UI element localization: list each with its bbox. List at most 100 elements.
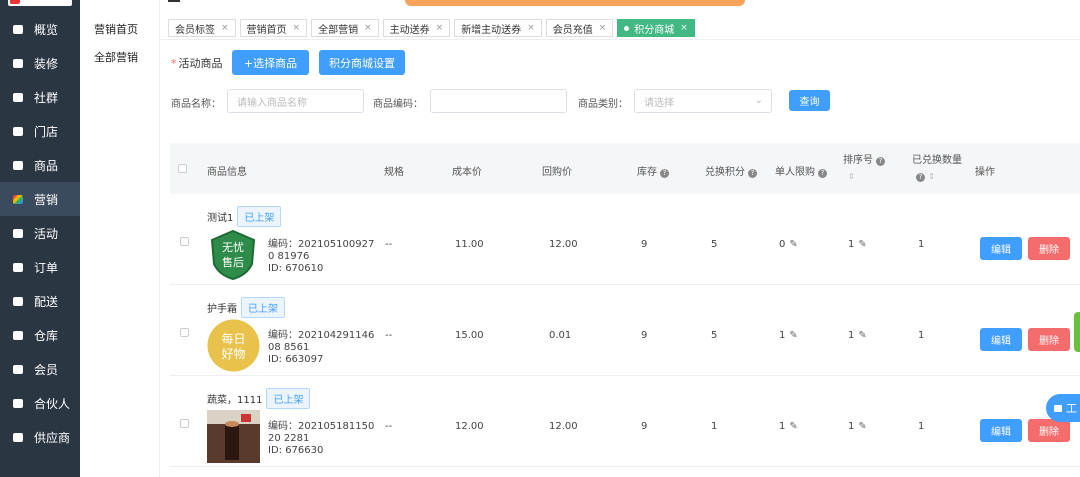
tab-label: 营销首页 xyxy=(246,24,287,36)
status-badge: 已上架 xyxy=(266,388,311,409)
sidebar-item-label: 订单 xyxy=(34,260,59,275)
sidebar-item-7[interactable]: 订单 xyxy=(0,250,80,284)
subnav-marketing-home[interactable]: 营销首页 xyxy=(80,16,159,44)
close-icon[interactable]: × xyxy=(221,23,229,33)
mall-settings-button[interactable]: 积分商城设置 xyxy=(319,50,405,75)
points-cell: 5 xyxy=(711,239,718,250)
logo xyxy=(0,0,80,12)
tab-4[interactable]: 新增主动送券 × xyxy=(454,19,542,37)
close-icon[interactable]: × xyxy=(436,23,444,33)
sidebar-item-2[interactable]: 社群 xyxy=(0,80,80,114)
delete-button[interactable]: 删除 xyxy=(1028,328,1070,351)
sidebar-item-label: 活动 xyxy=(34,226,59,241)
tab-0[interactable]: 会员标签 × xyxy=(168,19,236,37)
sort-icon[interactable]: ⇕ xyxy=(848,172,885,181)
tab-2[interactable]: 全部营销 × xyxy=(311,19,379,37)
thumb-text: 好物 xyxy=(221,347,245,361)
price-cell: 0.01 xyxy=(549,330,572,341)
close-icon[interactable]: × xyxy=(680,23,688,33)
sidebar-item-label: 营销 xyxy=(34,192,59,207)
sort-icon[interactable]: ⇕ xyxy=(928,172,935,181)
menu-icon[interactable] xyxy=(168,0,180,2)
edit-pencil-icon[interactable]: ✎ xyxy=(858,421,866,432)
tab-6[interactable]: 积分商城 × xyxy=(617,19,695,37)
close-icon[interactable]: × xyxy=(364,23,372,33)
col-sort[interactable]: 排序号? ⇕ xyxy=(843,151,885,181)
spec-cell: -- xyxy=(385,421,393,432)
goods-name-input[interactable]: 请输入商品名称 xyxy=(227,89,364,113)
edit-pencil-icon[interactable]: ✎ xyxy=(789,239,797,250)
col-ops: 操作 xyxy=(975,167,995,178)
product-thumbnail: 每日好物 xyxy=(207,319,260,372)
limit-cell: 1 ✎ xyxy=(779,330,798,341)
cost-cell: 12.00 xyxy=(455,421,484,432)
tab-label: 新增主动送券 xyxy=(461,24,522,36)
edit-button[interactable]: 编辑 xyxy=(980,328,1022,351)
table-header: 商品信息 规格 成本价 回购价 库存? 兑换积分? 单人限购? 排序号? ⇕ 已兑… xyxy=(170,143,1080,194)
sidebar-item-11[interactable]: 合伙人 xyxy=(0,386,80,420)
sidebar-item-9[interactable]: 仓库 xyxy=(0,318,80,352)
help-icon: ? xyxy=(876,157,885,166)
sidebar-item-label: 合伙人 xyxy=(34,396,71,411)
nav-icon xyxy=(12,363,24,375)
sidebar-item-3[interactable]: 门店 xyxy=(0,114,80,148)
thumb-text: 售后 xyxy=(222,255,244,269)
goods-code-input[interactable] xyxy=(430,89,567,113)
sidebar-item-6[interactable]: 活动 xyxy=(0,216,80,250)
sort-cell: 1 ✎ xyxy=(848,421,867,432)
close-icon[interactable]: × xyxy=(293,23,301,33)
edit-pencil-icon[interactable]: ✎ xyxy=(858,330,866,341)
tool-float-button[interactable]: 工 xyxy=(1046,394,1080,422)
select-goods-button[interactable]: +选择商品 xyxy=(232,50,309,75)
sidebar-item-5[interactable]: 营销 xyxy=(0,182,80,216)
edit-pencil-icon[interactable]: ✎ xyxy=(789,330,797,341)
edit-button[interactable]: 编辑 xyxy=(980,237,1022,260)
close-icon[interactable]: × xyxy=(527,23,535,33)
row-checkbox[interactable] xyxy=(180,419,189,428)
price-cell: 12.00 xyxy=(549,421,578,432)
nav-icon xyxy=(12,125,24,137)
tab-1[interactable]: 营销首页 × xyxy=(239,19,308,37)
goods-category-label: 商品类别： xyxy=(578,99,628,110)
goods-code-label: 商品编码： xyxy=(373,99,423,110)
query-button[interactable]: 查询 xyxy=(789,90,830,111)
edit-pencil-icon[interactable]: ✎ xyxy=(858,239,866,250)
select-all-checkbox[interactable] xyxy=(178,164,187,173)
sidebar-item-label: 概览 xyxy=(34,22,59,37)
sidebar-item-0[interactable]: 概览 xyxy=(0,12,80,46)
nav-icon xyxy=(12,431,24,443)
col-exchanged[interactable]: 已兑换数量? ⇕ xyxy=(912,151,962,182)
row-checkbox[interactable] xyxy=(180,237,189,246)
sidebar-item-8[interactable]: 配送 xyxy=(0,284,80,318)
sidebar-item-label: 商品 xyxy=(34,158,59,173)
tab-label: 积分商城 xyxy=(634,24,675,36)
cost-cell: 11.00 xyxy=(455,239,484,250)
goods-category-select[interactable]: 请选择 ⌄ xyxy=(634,89,772,113)
nav-icon xyxy=(12,193,24,205)
sidebar-item-1[interactable]: 装修 xyxy=(0,46,80,80)
col-limit: 单人限购? xyxy=(775,163,827,178)
row-checkbox[interactable] xyxy=(180,328,189,337)
sidebar-item-4[interactable]: 商品 xyxy=(0,148,80,182)
sidebar-item-label: 社群 xyxy=(34,90,59,105)
edit-pencil-icon[interactable]: ✎ xyxy=(789,421,797,432)
sidebar-item-10[interactable]: 会员 xyxy=(0,352,80,386)
tab-5[interactable]: 会员充值 × xyxy=(545,19,614,37)
tab-3[interactable]: 主动送券 × xyxy=(382,19,451,37)
nav-icon xyxy=(12,295,24,307)
points-cell: 1 xyxy=(711,421,718,432)
nav-icon xyxy=(12,91,24,103)
close-icon[interactable]: × xyxy=(599,23,607,33)
subnav-all-marketing[interactable]: 全部营销 xyxy=(80,44,159,72)
stock-cell: 9 xyxy=(641,330,648,341)
delete-button[interactable]: 删除 xyxy=(1028,237,1070,260)
side-handle[interactable] xyxy=(1074,312,1080,352)
product-id: ID: 670610 xyxy=(268,263,324,274)
tab-label: 主动送券 xyxy=(389,24,430,36)
activity-goods-label: * 活动商品 xyxy=(171,57,223,70)
sidebar-item-label: 仓库 xyxy=(34,328,59,343)
sidebar-item-12[interactable]: 供应商 xyxy=(0,420,80,454)
edit-button[interactable]: 编辑 xyxy=(980,419,1022,442)
thumb-text: 无忧 xyxy=(222,240,244,254)
delete-button[interactable]: 删除 xyxy=(1028,419,1070,442)
